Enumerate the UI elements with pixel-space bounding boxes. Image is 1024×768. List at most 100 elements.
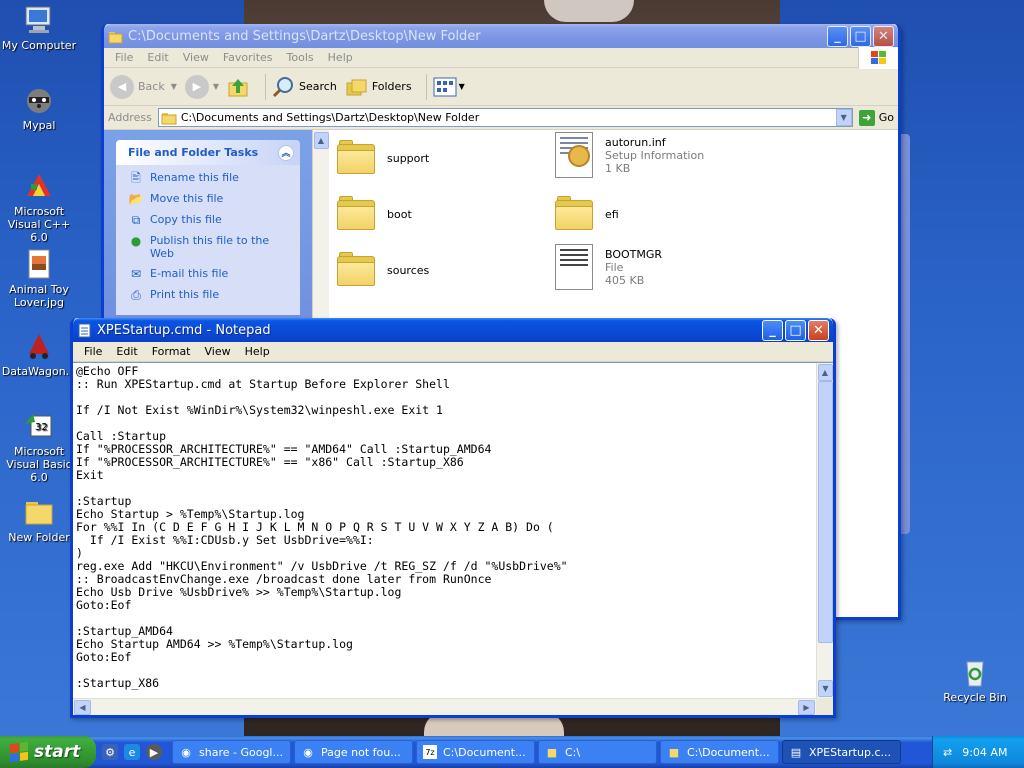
close-button[interactable]: ✕ [808,319,829,341]
show-desktop-icon[interactable]: ⚙ [102,744,118,760]
horizontal-scrollbar[interactable]: ◀ ▶ [73,698,816,715]
explorer-titlebar[interactable]: C:\Documents and Settings\Dartz\Desktop\… [104,24,898,48]
collapse-icon[interactable]: ︽ [278,144,294,161]
menu-view[interactable]: View [198,345,238,358]
menu-edit[interactable]: Edit [140,51,175,64]
desktop-icon-mypal[interactable]: Mypal [0,84,78,132]
minimize-button[interactable]: _ [827,25,848,47]
desktop-icon-new-folder[interactable]: New Folder [0,496,78,544]
start-button[interactable]: start [0,736,96,768]
task-label: Rename this file [150,171,239,184]
menu-help[interactable]: Help [321,51,360,64]
close-button[interactable]: ✕ [873,25,894,47]
scroll-up-button[interactable]: ▲ [817,364,833,381]
address-value: C:\Documents and Settings\Dartz\Desktop\… [180,111,480,124]
folder-icon [337,252,377,286]
file-size: 405 KB [605,274,645,287]
desktop-icon-label: Animal Toy Lover.jpg [9,283,69,309]
maximize-button[interactable]: □ [785,319,806,341]
recycle-bin-icon [959,656,991,688]
folders-button[interactable]: Folders [345,75,412,99]
menu-edit[interactable]: Edit [109,345,144,358]
file-size: 1 KB [605,162,631,175]
setup-info-icon [555,132,593,178]
desktop-icon-animal-toy[interactable]: Animal Toy Lover.jpg [0,248,78,309]
chevron-down-icon: ▼ [212,82,220,91]
task-panel-header[interactable]: File and Folder Tasks ︽ [116,140,300,165]
image-file-icon [23,248,55,280]
text-editor[interactable]: @Echo OFF :: Run XPEStartup.cmd at Start… [73,362,833,715]
address-dropdown-button[interactable]: ▼ [835,109,852,126]
media-player-icon[interactable]: ▶ [146,744,162,760]
system-tray: ⇄ 9:04 AM [932,736,1024,768]
desktop-icon-label: New Folder [8,531,70,544]
back-label: Back [138,80,165,93]
desktop-icon-recycle-bin[interactable]: Recycle Bin [936,656,1014,704]
file-item[interactable]: boot [337,194,412,230]
file-name: sources [387,264,430,277]
back-button[interactable]: ◀ Back ▼ [110,74,177,99]
taskbar-button[interactable]: ◉ Page not fou... [294,740,413,764]
file-item[interactable]: support [337,138,429,174]
desktop-icon-visual-cpp[interactable]: Microsoft Visual C++ 6.0 [0,170,78,244]
minimize-button[interactable]: _ [762,319,783,341]
menu-help[interactable]: Help [238,345,277,358]
notepad-titlebar[interactable]: XPEStartup.cmd - Notepad _ □ ✕ [73,318,833,342]
taskbar-label: Page not fou... [321,745,401,759]
task-copy[interactable]: ⧉ Copy this file [128,213,290,227]
taskbar-button[interactable]: ■ C:\ [538,740,657,764]
menu-file[interactable]: File [108,51,140,64]
scroll-right-button[interactable]: ▶ [798,699,815,715]
scroll-left-button[interactable]: ◀ [74,699,91,715]
desktop-icon-visual-basic[interactable]: 32 Microsoft Visual Basic 6.0 [0,410,78,484]
taskbar-button[interactable]: ■ C:\Document... [660,740,779,764]
scroll-down-button[interactable]: ▼ [818,680,833,697]
go-arrow-icon: ➜ [858,109,875,126]
file-item[interactable]: BOOTMGR File 405 KB [555,244,662,290]
desktop-icon-my-computer[interactable]: My Computer [0,4,78,52]
menu-format[interactable]: Format [145,345,198,358]
desktop-icon-label: My Computer [1,39,77,52]
menu-file[interactable]: File [77,345,109,358]
network-icon[interactable]: ⇄ [943,746,952,759]
taskbar-label: C:\Document... [443,745,526,759]
scroll-thumb[interactable] [818,381,833,643]
file-type: Setup Information [605,149,705,162]
internet-explorer-icon[interactable]: e [124,744,140,760]
taskbar-button-active[interactable]: ▤ XPEStartup.c... [782,740,901,764]
task-panel-title: File and Folder Tasks [128,146,259,159]
toolbar-separator [265,73,267,100]
menu-favorites[interactable]: Favorites [216,51,280,64]
taskbar-button[interactable]: 7z C:\Document... [416,740,535,764]
task-publish[interactable]: ● Publish this file to the Web [128,234,290,260]
task-label: Publish this file to the Web [150,234,270,260]
task-move[interactable]: 📂 Move this file [128,192,290,206]
task-email[interactable]: ✉ E-mail this file [128,267,290,281]
menu-view[interactable]: View [176,51,216,64]
taskbar-label: C:\ [565,745,581,759]
menu-tools[interactable]: Tools [280,51,321,64]
taskbar-button[interactable]: ◉ share - Googl... [172,740,291,764]
search-button[interactable]: Search [272,75,337,99]
scroll-up-button[interactable]: ▲ [313,132,329,149]
task-print[interactable]: ⎙ Print this file [128,288,290,302]
vertical-scrollbar[interactable]: ▲ ▼ [816,363,833,698]
taskbar-label: share - Googl... [199,745,283,759]
up-button[interactable] [227,75,251,99]
file-item[interactable]: autorun.inf Setup Information 1 KB [555,132,704,178]
desktop-icon-datawagon[interactable]: DataWagon... [0,330,78,378]
task-rename[interactable]: 🖹 Rename this file [128,171,290,185]
scrollbar-corner [816,698,833,715]
go-button[interactable]: ➜ Go [858,109,894,126]
views-button[interactable]: ▼ [433,76,465,98]
file-item[interactable]: efi [555,194,619,230]
forward-button[interactable]: ▶ ▼ [184,74,220,99]
maximize-button[interactable]: □ [850,25,871,47]
file-item[interactable]: sources [337,250,429,286]
window-title: XPEStartup.cmd - Notepad [97,322,271,338]
clock[interactable]: 9:04 AM [962,746,1007,759]
notepad-icon: ▤ [790,745,802,759]
address-input[interactable]: C:\Documents and Settings\Dartz\Desktop\… [157,108,853,127]
raccoon-icon: ◉ [181,745,191,759]
editor-content[interactable]: @Echo OFF :: Run XPEStartup.cmd at Start… [76,365,815,697]
